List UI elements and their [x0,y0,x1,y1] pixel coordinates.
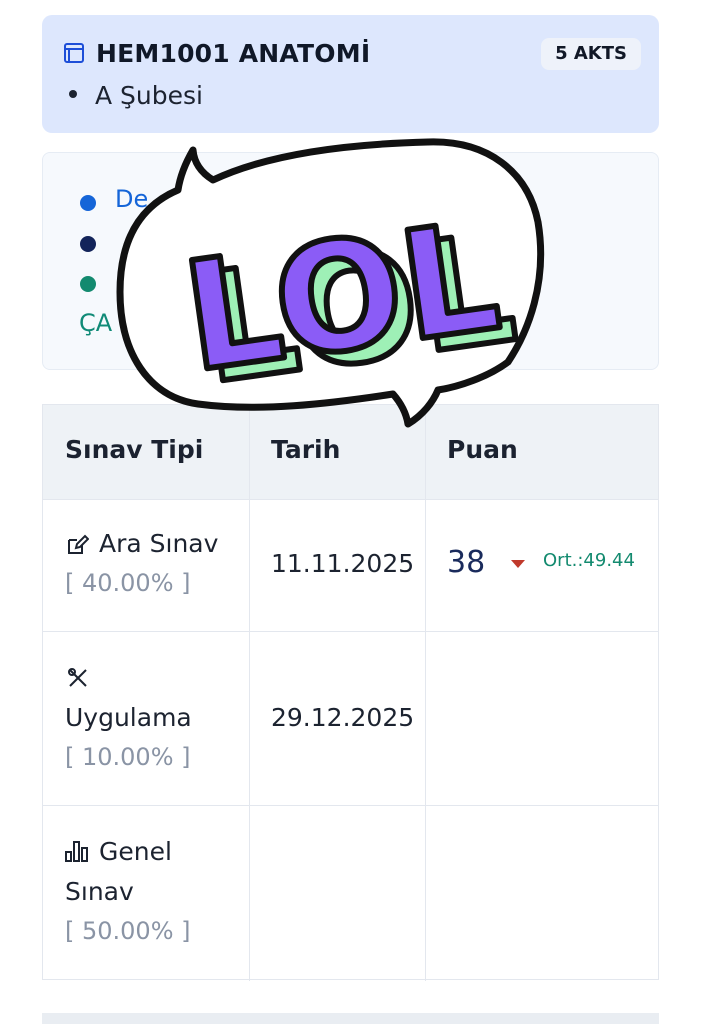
akts-badge: 5 AKTS [541,38,641,70]
row-divider [43,631,658,632]
tools-icon [68,668,87,687]
exam-average: Ort.:49.44 [543,550,635,571]
column-divider [249,405,250,981]
column-divider [425,405,426,981]
header-date: Tarih [271,435,341,464]
lol-sticker: LOL LOL [116,138,545,428]
exam-weight: [ 40.00% ] [65,569,191,597]
bar-chart-icon [65,841,88,862]
exam-type: Ara Sınav [99,529,219,558]
bullet-icon [69,90,77,98]
section-item: A Şubesi [69,81,203,110]
row-divider [43,805,658,806]
exam-weight: [ 10.00% ] [65,743,191,771]
exam-weight: [ 50.00% ] [65,917,191,945]
edit-icon [68,534,89,554]
legend-dot-navy [80,236,96,252]
exam-type-continued: Sınav [65,877,134,906]
down-arrow-icon [511,560,525,568]
grades-table: Sınav Tipi Tarih Puan Ara Sınav [ 40.00%… [42,404,659,981]
course-title: HEM1001 ANATOMİ [96,39,371,68]
book-icon [64,43,84,63]
exam-type: Genel [99,837,172,866]
course-card[interactable]: HEM1001 ANATOMİ 5 AKTS A Şubesi [42,15,659,133]
next-card-edge [42,1013,659,1024]
section-label: A Şubesi [95,81,203,110]
exam-score: 38 [447,545,486,580]
header-exam-type: Sınav Tipi [65,435,204,464]
legend-dot-green [80,276,96,292]
exam-date: 29.12.2025 [271,703,415,732]
header-score: Puan [447,435,518,464]
exam-date: 11.11.2025 [271,549,415,578]
legend-dot-blue [80,195,96,211]
exam-type: Uygulama [65,703,192,732]
